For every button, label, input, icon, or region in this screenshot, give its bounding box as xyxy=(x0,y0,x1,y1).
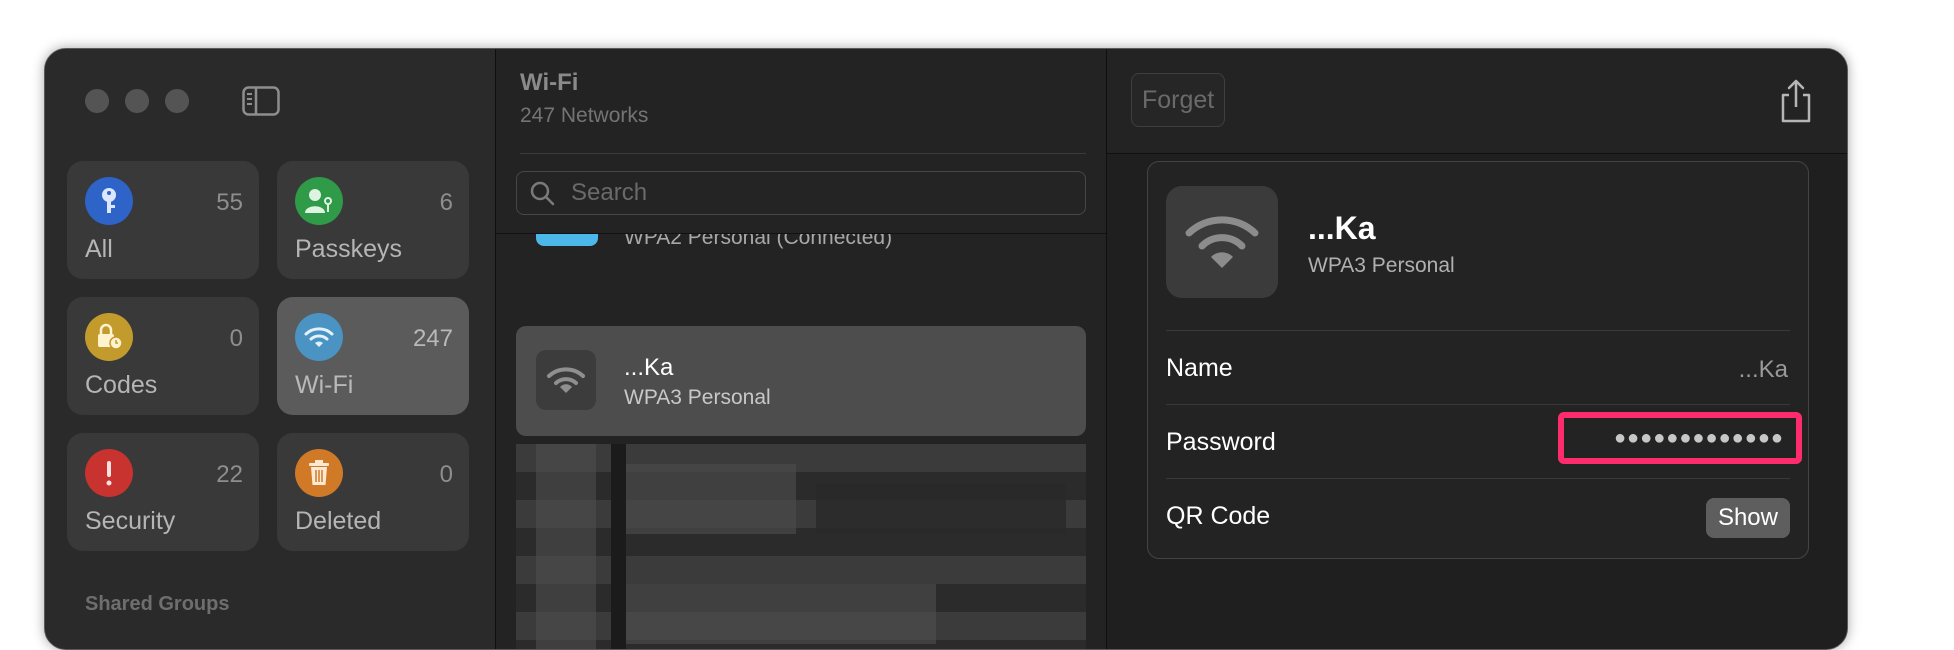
list-divider xyxy=(520,153,1086,154)
password-value[interactable]: ●●●●●●●●●●●●● xyxy=(1558,412,1802,464)
network-detail: Forget ...Ka WPA3 Personal Name ...Ka Pa… xyxy=(1107,49,1847,649)
list-title: Wi-Fi xyxy=(520,69,579,96)
password-label: Password xyxy=(1166,428,1276,456)
tile-count: 0 xyxy=(439,461,453,488)
network-row-selected[interactable]: ...Ka WPA3 Personal xyxy=(516,326,1086,436)
show-qr-code-button[interactable]: Show xyxy=(1705,498,1790,538)
sidebar-tile-security[interactable]: 22 Security xyxy=(67,433,259,551)
tile-label: Wi-Fi xyxy=(295,371,354,399)
tile-count: 0 xyxy=(229,325,243,352)
sidebar-tile-all[interactable]: 55 All xyxy=(67,161,259,279)
tile-label: All xyxy=(85,235,113,263)
divider xyxy=(1166,404,1790,405)
close-window-button[interactable] xyxy=(85,89,109,113)
list-subtitle: 247 Networks xyxy=(520,104,649,127)
wifi-icon xyxy=(536,350,596,410)
share-icon[interactable] xyxy=(1777,77,1815,125)
network-security-type: WPA3 Personal xyxy=(1308,254,1455,277)
sidebar-toggle-icon[interactable] xyxy=(242,86,280,116)
tile-count: 6 xyxy=(439,189,453,216)
sidebar-tile-wifi[interactable]: 247 Wi-Fi xyxy=(277,297,469,415)
search-icon xyxy=(529,180,555,206)
passwords-window: 55 All 6 Passkeys 0 Codes 247 Wi-Fi 22 S… xyxy=(44,48,1848,650)
network-row-partial[interactable]: WPA2 Personal (Connected) xyxy=(496,234,1106,266)
key-icon xyxy=(85,177,133,225)
trash-icon xyxy=(295,449,343,497)
sidebar-tile-passkeys[interactable]: 6 Passkeys xyxy=(277,161,469,279)
wifi-icon xyxy=(1166,186,1278,298)
sidebar-tile-deleted[interactable]: 0 Deleted xyxy=(277,433,469,551)
forget-button[interactable]: Forget xyxy=(1131,73,1226,127)
divider xyxy=(1166,478,1790,479)
zoom-window-button[interactable] xyxy=(165,89,189,113)
qr-code-label: QR Code xyxy=(1166,502,1271,530)
redacted-network-rows xyxy=(516,444,1086,649)
tile-count: 55 xyxy=(216,189,243,216)
minimize-window-button[interactable] xyxy=(125,89,149,113)
exclamation-icon xyxy=(85,449,133,497)
tile-label: Security xyxy=(85,507,176,535)
divider xyxy=(1166,330,1790,331)
network-row-type: WPA3 Personal xyxy=(624,386,771,409)
sidebar: 55 All 6 Passkeys 0 Codes 247 Wi-Fi 22 S… xyxy=(45,49,496,649)
shared-groups-heading: Shared Groups xyxy=(85,593,230,615)
network-list-column: Wi-Fi 247 Networks WPA2 Personal (Connec… xyxy=(496,49,1107,649)
wifi-icon xyxy=(536,234,598,246)
name-label: Name xyxy=(1166,354,1233,382)
search-input[interactable] xyxy=(569,172,1073,214)
lock-clock-icon xyxy=(85,313,133,361)
network-title: ...Ka xyxy=(1308,210,1376,246)
tile-count: 22 xyxy=(216,461,243,488)
tile-label: Deleted xyxy=(295,507,382,535)
person-key-icon xyxy=(295,177,343,225)
detail-toolbar: Forget xyxy=(1107,49,1847,154)
sidebar-tile-codes[interactable]: 0 Codes xyxy=(67,297,259,415)
tile-label: Codes xyxy=(85,371,158,399)
tile-count: 247 xyxy=(412,325,453,352)
name-value: ...Ka xyxy=(1738,356,1788,383)
wifi-icon xyxy=(295,313,343,361)
network-list[interactable]: WPA2 Personal (Connected) ...Ka WPA3 Per… xyxy=(496,234,1106,649)
network-row-name: ...Ka xyxy=(624,354,674,381)
tile-label: Passkeys xyxy=(295,235,402,263)
search-field[interactable] xyxy=(516,171,1086,215)
network-row-subtitle: WPA2 Personal (Connected) xyxy=(624,234,893,249)
network-detail-card: ...Ka WPA3 Personal Name ...Ka Password … xyxy=(1147,161,1809,559)
